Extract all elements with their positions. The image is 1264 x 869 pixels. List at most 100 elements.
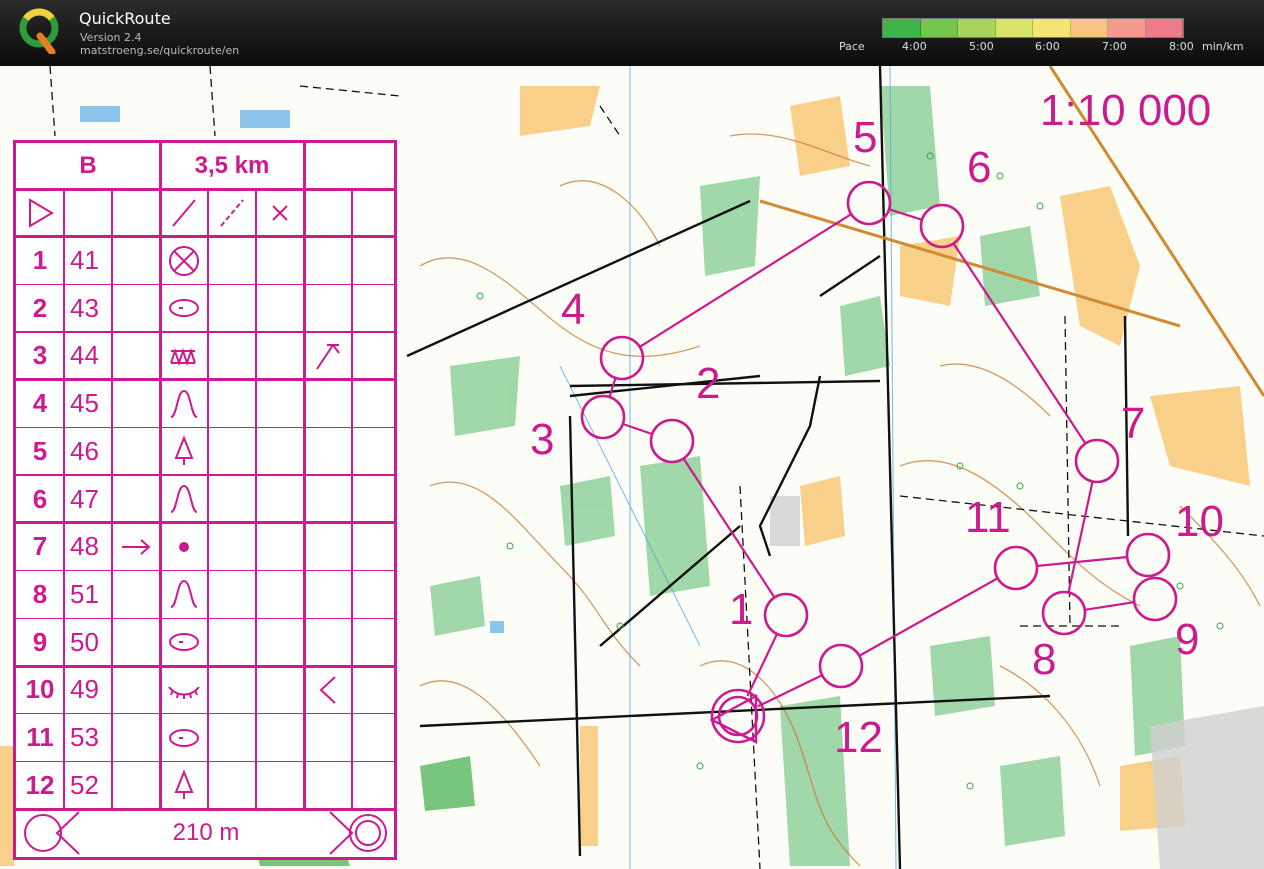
course-leg	[953, 243, 1086, 444]
control-row-number: 3	[32, 340, 48, 371]
course-leg	[889, 208, 922, 221]
feature-cell	[160, 380, 208, 428]
control-code: 51	[70, 578, 99, 609]
control-circle-4[interactable]	[599, 335, 645, 381]
orienteering-map[interactable]: 1:10 000 1 2 3 4 5 6 7 8 9 10 11 12 B 3,5…	[0, 66, 1264, 869]
knoll-icon	[170, 485, 198, 514]
feature-cell	[160, 428, 208, 476]
knoll-icon	[170, 389, 198, 418]
control-circle-9[interactable]	[1132, 576, 1178, 622]
pace-tick: 7:00	[1102, 40, 1127, 53]
control-code: 50	[70, 626, 99, 657]
pace-color-segment	[995, 19, 1033, 37]
finish-from-last-control-icon	[24, 811, 80, 855]
course-leg	[640, 213, 851, 348]
control-number-5: 5	[853, 113, 878, 162]
control-row-number: 9	[32, 626, 48, 657]
control-code: 44	[70, 340, 99, 371]
app-url[interactable]: matstroeng.se/quickroute/en	[80, 44, 239, 57]
course-leg	[608, 378, 617, 397]
feature-cell	[160, 284, 208, 332]
course-leg	[1067, 482, 1094, 592]
control-row-number: 7	[32, 531, 48, 562]
feature-cell	[160, 332, 208, 380]
sheet-grid-line	[255, 189, 257, 810]
control-code: 52	[70, 769, 99, 800]
course-leg	[757, 674, 822, 708]
pace-tick: 6:00	[1035, 40, 1060, 53]
pace-label: Pace	[839, 40, 865, 53]
pace-tick: 8:00	[1169, 40, 1194, 53]
control-number-12: 12	[834, 713, 883, 762]
control-number-11: 11	[965, 493, 1011, 542]
control-row-number: 12	[25, 769, 55, 800]
control-code: 41	[70, 245, 99, 276]
control-number-7: 7	[1121, 399, 1146, 448]
control-code: 45	[70, 388, 99, 419]
control-row-number: 11	[26, 722, 54, 753]
arrow-right-icon	[122, 538, 151, 555]
pace-color-segment	[1145, 19, 1183, 37]
corner-icon	[316, 343, 340, 370]
course-name: B	[79, 152, 97, 179]
control-row-number: 5	[32, 435, 48, 466]
control-circle-3[interactable]	[580, 394, 626, 440]
control-circle-6[interactable]	[919, 203, 965, 249]
crossing-symbol-cell	[160, 189, 208, 237]
tree-icon	[174, 435, 194, 466]
control-code: 47	[70, 483, 99, 514]
control-circle-2[interactable]	[649, 418, 695, 464]
control-number-2: 2	[696, 359, 721, 408]
pace-color-segment	[1033, 19, 1071, 37]
control-number-1: 1	[729, 585, 754, 634]
control-row-number: 8	[32, 578, 48, 609]
control-row-number: 2	[32, 292, 48, 323]
straight-line-icon	[172, 199, 196, 227]
pace-color-segment	[1108, 19, 1146, 37]
app-version: Version 2.4	[80, 31, 142, 44]
course-leg	[859, 577, 998, 657]
feature-cell	[160, 571, 208, 619]
course-leg	[1085, 601, 1134, 611]
sheet-grid-line	[351, 189, 353, 810]
course-leg	[746, 634, 778, 697]
control-circle-12[interactable]	[818, 643, 864, 689]
crossing-symbol-cell	[208, 189, 256, 237]
feature-cell	[160, 237, 208, 285]
pace-color-segment	[883, 19, 921, 37]
control-number-9: 9	[1175, 615, 1200, 664]
pace-color-bar	[882, 18, 1184, 38]
control-circle-10[interactable]	[1125, 532, 1171, 578]
finish-inner-circle	[717, 695, 759, 737]
control-code: 53	[70, 722, 99, 753]
pace-tick: 4:00	[902, 40, 927, 53]
control-circle-11[interactable]	[993, 545, 1039, 591]
finish-right-symbol	[324, 809, 394, 857]
appearance-cell	[304, 332, 352, 380]
ellipse-icon	[169, 728, 199, 747]
course-leg	[623, 423, 652, 435]
feature-cell	[160, 475, 208, 523]
crossing-symbol-cell	[256, 189, 304, 237]
zigzag-box-icon	[170, 347, 196, 367]
appearance-cell	[304, 666, 352, 714]
finish-left-symbol	[16, 809, 86, 857]
pace-unit: min/km	[1202, 40, 1244, 53]
control-circle-7[interactable]	[1074, 438, 1120, 484]
control-row-number: 4	[32, 388, 48, 419]
ellipse-icon	[169, 299, 199, 318]
control-row-number: 6	[32, 483, 48, 514]
pace-tick: 5:00	[969, 40, 994, 53]
tree-icon	[174, 769, 194, 800]
control-circle-8[interactable]	[1041, 590, 1087, 636]
start-triangle-icon	[29, 198, 54, 228]
control-circle-1[interactable]	[763, 592, 809, 638]
knoll-icon	[170, 580, 198, 609]
pace-color-segment	[958, 19, 996, 37]
control-code: 46	[70, 435, 99, 466]
control-circle-5[interactable]	[846, 180, 892, 226]
finish-double-circle-icon	[329, 811, 387, 855]
course-length: 3,5 km	[194, 152, 270, 179]
control-row-number: 1	[32, 245, 48, 276]
map-scale: 1:10 000	[1040, 86, 1212, 135]
